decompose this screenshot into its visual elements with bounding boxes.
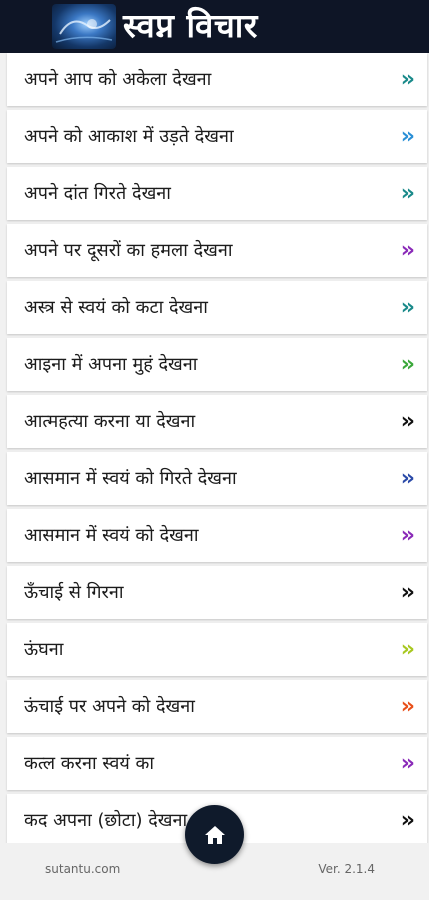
list-item[interactable]: अपने को आकाश में उड़ते देखना »: [7, 110, 427, 163]
list-item[interactable]: अपने दांत गिरते देखना »: [7, 167, 427, 220]
list-item-label: अपने को आकाश में उड़ते देखना: [24, 126, 234, 147]
home-button[interactable]: [185, 805, 244, 864]
chevron-right-icon[interactable]: »: [401, 338, 415, 391]
list-item[interactable]: आसमान में स्वयं को देखना »: [7, 509, 427, 562]
list-item-label: ऊंचाई पर अपने को देखना: [24, 696, 195, 717]
list-item-label: आइना में अपना मुहं देखना: [24, 354, 198, 375]
version-label: Ver. 2.1.4: [318, 862, 375, 876]
dream-topic-list[interactable]: अपने आप को अकेला देखना » अपने को आकाश मे…: [0, 53, 429, 843]
chevron-right-icon[interactable]: »: [401, 53, 415, 106]
list-item-label: कद अपना (छोटा) देखना: [24, 810, 188, 831]
app-header: स्वप्न विचार: [0, 0, 429, 53]
chevron-right-icon[interactable]: »: [401, 509, 415, 562]
list-item[interactable]: अपने पर दूसरों का हमला देखना »: [7, 224, 427, 277]
chevron-right-icon[interactable]: »: [401, 794, 415, 843]
chevron-right-icon[interactable]: »: [401, 737, 415, 790]
chevron-right-icon[interactable]: »: [401, 566, 415, 619]
site-link[interactable]: sutantu.com: [45, 862, 120, 876]
list-item[interactable]: आइना में अपना मुहं देखना »: [7, 338, 427, 391]
app-title: स्वप्न विचार: [123, 6, 258, 45]
chevron-right-icon[interactable]: »: [401, 395, 415, 448]
chevron-right-icon[interactable]: »: [401, 167, 415, 220]
chevron-right-icon[interactable]: »: [401, 680, 415, 733]
list-item-label: अपने दांत गिरते देखना: [24, 183, 171, 204]
list-item-label: आत्महत्या करना या देखना: [24, 411, 196, 432]
list-item[interactable]: ऊंचाई पर अपने को देखना »: [7, 680, 427, 733]
list-item-label: आसमान में स्वयं को गिरते देखना: [24, 468, 237, 489]
list-item[interactable]: ऊंघना »: [7, 623, 427, 676]
chevron-right-icon[interactable]: »: [401, 452, 415, 505]
list-item[interactable]: ऊँचाई से गिरना »: [7, 566, 427, 619]
chevron-right-icon[interactable]: »: [401, 110, 415, 163]
chevron-right-icon[interactable]: »: [401, 224, 415, 277]
list-item-label: अपने आप को अकेला देखना: [24, 69, 212, 90]
list-item[interactable]: अस्त्र से स्वयं को कटा देखना »: [7, 281, 427, 334]
list-item-label: अस्त्र से स्वयं को कटा देखना: [24, 297, 208, 318]
list-item[interactable]: अपने आप को अकेला देखना »: [7, 53, 427, 106]
home-icon: [204, 825, 225, 844]
list-item-label: कत्ल करना स्वयं का: [24, 753, 155, 774]
chevron-right-icon[interactable]: »: [401, 281, 415, 334]
list-item[interactable]: कत्ल करना स्वयं का »: [7, 737, 427, 790]
list-item[interactable]: आत्महत्या करना या देखना »: [7, 395, 427, 448]
list-item-label: आसमान में स्वयं को देखना: [24, 525, 199, 546]
list-item-label: अपने पर दूसरों का हमला देखना: [24, 240, 233, 261]
list-item[interactable]: आसमान में स्वयं को गिरते देखना »: [7, 452, 427, 505]
chevron-right-icon[interactable]: »: [401, 623, 415, 676]
list-item-label: ऊँचाई से गिरना: [24, 582, 124, 603]
app-logo: [52, 4, 116, 49]
list-item-label: ऊंघना: [24, 639, 64, 660]
